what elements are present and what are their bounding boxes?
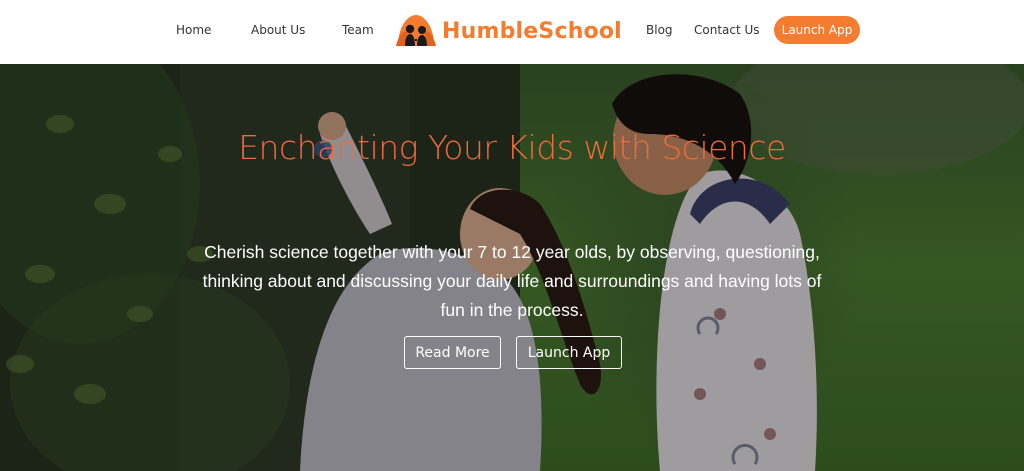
nav-home-link[interactable]: Home: [176, 23, 211, 37]
nav-blog-link[interactable]: Blog: [646, 23, 673, 37]
hero-title: Enchanting Your Kids with Science: [238, 128, 786, 167]
brand-logo[interactable]: HumbleSchool: [394, 10, 622, 52]
hero-section: Enchanting Your Kids with Science Cheris…: [0, 64, 1024, 471]
nav-team-link[interactable]: Team: [342, 23, 374, 37]
nav-contact-link[interactable]: Contact Us: [694, 23, 760, 37]
nav-about-link[interactable]: About Us: [251, 23, 305, 37]
hero-launch-app-button[interactable]: Launch App: [516, 336, 622, 369]
hero-subtitle: Cherish science together with your 7 to …: [202, 242, 822, 320]
read-more-button[interactable]: Read More: [404, 336, 501, 369]
top-navbar: Home About Us Team HumbleSchool Blog Con…: [0, 0, 1024, 64]
nav-launch-app-button[interactable]: Launch App: [774, 16, 860, 44]
brand-name: HumbleSchool: [442, 18, 622, 44]
children-silhouette-logo-icon: [396, 15, 436, 46]
